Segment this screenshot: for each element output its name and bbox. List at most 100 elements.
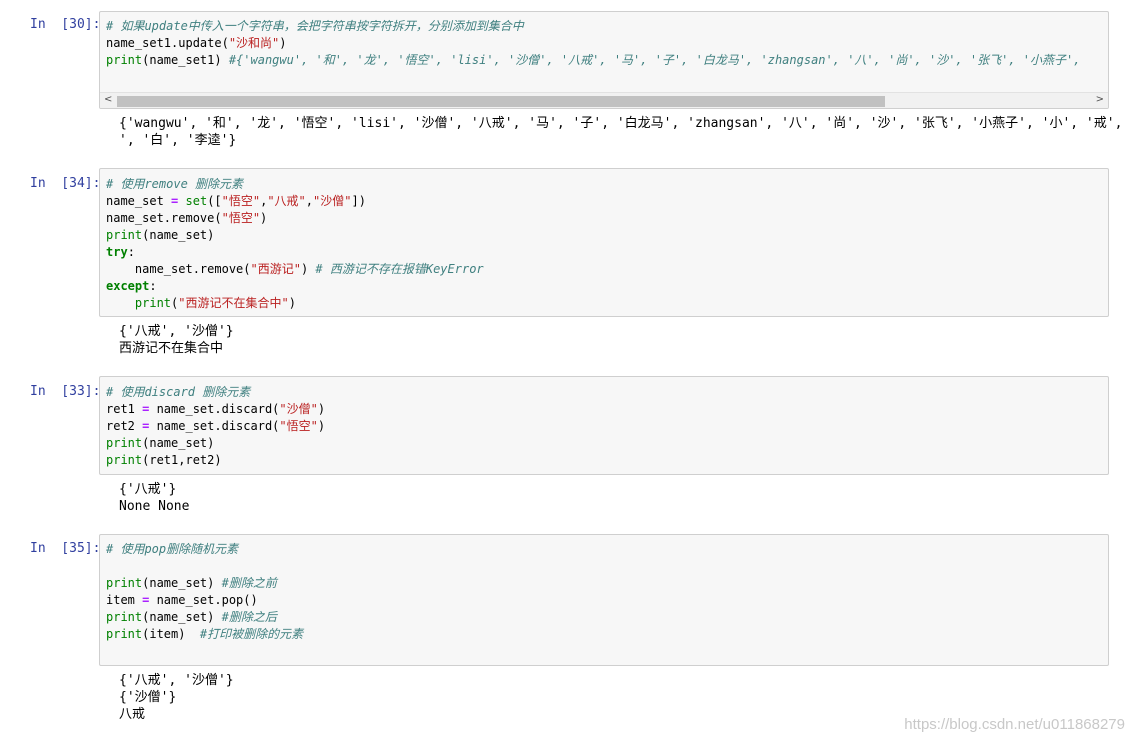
code-token: item — [106, 593, 143, 607]
code-token: : — [149, 279, 157, 293]
code-token: "沙和尚" — [228, 36, 280, 50]
cell-prompt: In [30]: — [30, 17, 101, 32]
code-token: print — [106, 610, 143, 624]
code-line[interactable]: # 使用remove 删除元素 — [106, 176, 484, 193]
code-line[interactable]: print(name_set) #删除之后 — [106, 609, 303, 626]
code-line[interactable]: name_set.remove("西游记") # 西游记不存在报错KeyErro… — [106, 261, 484, 278]
output-line: {'八戒', '沙僧'} — [119, 673, 234, 688]
code-token: print — [106, 436, 143, 450]
scroll-right-icon[interactable]: > — [1096, 94, 1104, 105]
code-token: (name_set) — [142, 436, 215, 450]
code-token: print — [134, 296, 172, 310]
code-token: # 如果update中传入一个字符串，会把字符串按字符拆开，分别添加到集合中 — [106, 19, 524, 33]
code-input-area[interactable]: # 使用pop删除随机元素 print(name_set) #删除之前 item =… — [99, 534, 1109, 666]
output-line: {'wangwu', '和', '龙', '悟空', 'lisi', '沙僧',… — [119, 116, 1133, 131]
code-line[interactable]: # 使用discard 删除元素 — [106, 384, 325, 401]
code-line[interactable]: name_set.remove("悟空") — [106, 210, 484, 227]
code-token: ([ — [207, 194, 222, 208]
code-line[interactable]: print(name_set) — [106, 227, 484, 244]
code-token: print — [106, 228, 143, 242]
code-line[interactable]: print(name_set) — [106, 435, 325, 452]
code-line[interactable]: print("西游记不在集合中") — [106, 295, 484, 312]
code-token: #{'wangwu', '和', '龙', '悟空', 'lisi', '沙僧'… — [228, 53, 1081, 67]
code-token: ) — [279, 36, 287, 50]
watermark-text: https://blog.csdn.net/u011868279 — [904, 716, 1125, 733]
code-token: #删除之前 — [221, 576, 277, 590]
code-token: except — [106, 279, 150, 293]
code-line[interactable]: # 使用pop删除随机元素 — [106, 541, 303, 558]
scroll-left-icon[interactable]: < — [104, 94, 112, 105]
code-token: name_set.discard( — [149, 419, 280, 433]
code-token: : — [127, 245, 135, 259]
code-token: ) — [317, 419, 326, 433]
code-token: print — [106, 453, 143, 467]
code-token: print — [106, 576, 143, 590]
code-token: (name_set1) — [142, 53, 229, 67]
code-input-area[interactable]: # 使用discard 删除元素 ret1 = name_set.discard(… — [99, 376, 1109, 475]
code-block[interactable]: # 使用pop删除随机元素 print(name_set) #删除之前 item =… — [106, 541, 303, 643]
code-token: try — [106, 245, 128, 259]
code-token: name_set.pop() — [149, 593, 258, 607]
code-input-area[interactable]: # 如果update中传入一个字符串，会把字符串按字符拆开，分别添加到集合中 na… — [99, 11, 1109, 109]
code-token: "悟空" — [279, 419, 318, 433]
code-token: name_set.remove( — [106, 262, 251, 276]
code-token: "西游记不在集合中" — [178, 296, 289, 310]
code-token: ) — [288, 296, 296, 310]
horizontal-scrollbar[interactable]: < > — [100, 92, 1108, 108]
code-line[interactable] — [106, 558, 303, 575]
code-token: ) — [317, 402, 326, 416]
code-line[interactable]: print(ret1,ret2) — [106, 452, 325, 469]
code-token: name_set.discard( — [149, 402, 280, 416]
code-block[interactable]: # 使用discard 删除元素 ret1 = name_set.discard(… — [106, 384, 325, 469]
code-token: #删除之后 — [221, 610, 277, 624]
code-line[interactable]: item = name_set.pop() — [106, 592, 303, 609]
code-token: print — [106, 53, 143, 67]
output-line: 西游记不在集合中 — [119, 341, 224, 356]
cell-output: {'八戒'} None None — [119, 481, 189, 515]
code-token: "悟空" — [221, 211, 261, 225]
code-token: print — [106, 627, 143, 641]
code-token: "西游记" — [250, 262, 301, 276]
code-token: "沙僧" — [279, 402, 318, 416]
cell-output: {'八戒', '沙僧'} 西游记不在集合中 — [119, 323, 234, 357]
code-token: # 使用pop删除随机元素 — [106, 542, 239, 556]
scrollbar-thumb[interactable] — [117, 96, 885, 107]
code-token: name_set.remove( — [106, 211, 222, 225]
code-token: # 使用remove 删除元素 — [106, 177, 244, 191]
output-line: ', '白', '李逵'} — [119, 133, 237, 148]
code-block[interactable]: # 如果update中传入一个字符串，会把字符串按字符拆开，分别添加到集合中 na… — [106, 18, 1080, 69]
code-line[interactable]: print(item) #打印被删除的元素 — [106, 626, 303, 643]
code-token: "沙僧" — [313, 194, 352, 208]
output-line: 八戒 — [119, 707, 146, 722]
code-line[interactable]: ret2 = name_set.discard("悟空") — [106, 418, 325, 435]
code-line[interactable]: ret1 = name_set.discard("沙僧") — [106, 401, 325, 418]
cell-prompt: In [35]: — [30, 541, 101, 556]
code-line[interactable]: # 如果update中传入一个字符串，会把字符串按字符拆开，分别添加到集合中 — [106, 18, 1080, 35]
code-line[interactable]: print(name_set) #删除之前 — [106, 575, 303, 592]
code-token: ]) — [351, 194, 366, 208]
cell-output: {'wangwu', '和', '龙', '悟空', 'lisi', '沙僧',… — [119, 115, 1133, 149]
code-token: (name_set) — [142, 610, 222, 624]
code-line[interactable]: name_set1.update("沙和尚") — [106, 35, 1080, 52]
code-token: name_set — [106, 194, 172, 208]
code-token: (ret1,ret2) — [142, 453, 222, 467]
cell-output: {'八戒', '沙僧'} {'沙僧'} 八戒 — [119, 672, 234, 723]
code-block[interactable]: # 使用remove 删除元素 name_set = set(["悟空","八戒"… — [106, 176, 484, 312]
code-line[interactable]: print(name_set1) #{'wangwu', '和', '龙', '… — [106, 52, 1080, 69]
code-token: "悟空" — [221, 194, 261, 208]
code-line[interactable]: try: — [106, 244, 484, 261]
code-line[interactable]: name_set = set(["悟空","八戒","沙僧"]) — [106, 193, 484, 210]
code-token: "八戒" — [267, 194, 306, 208]
output-line: {'沙僧'} — [119, 690, 177, 705]
output-line: {'八戒', '沙僧'} — [119, 324, 234, 339]
output-line: {'八戒'} — [119, 482, 177, 497]
code-token: (item) — [142, 627, 200, 641]
code-line[interactable]: except: — [106, 278, 484, 295]
cell-prompt: In [33]: — [30, 384, 101, 399]
code-token: , — [305, 194, 314, 208]
code-input-area[interactable]: # 使用remove 删除元素 name_set = set(["悟空","八戒"… — [99, 168, 1109, 317]
code-token: ) — [300, 262, 316, 276]
code-token: ) — [260, 211, 268, 225]
